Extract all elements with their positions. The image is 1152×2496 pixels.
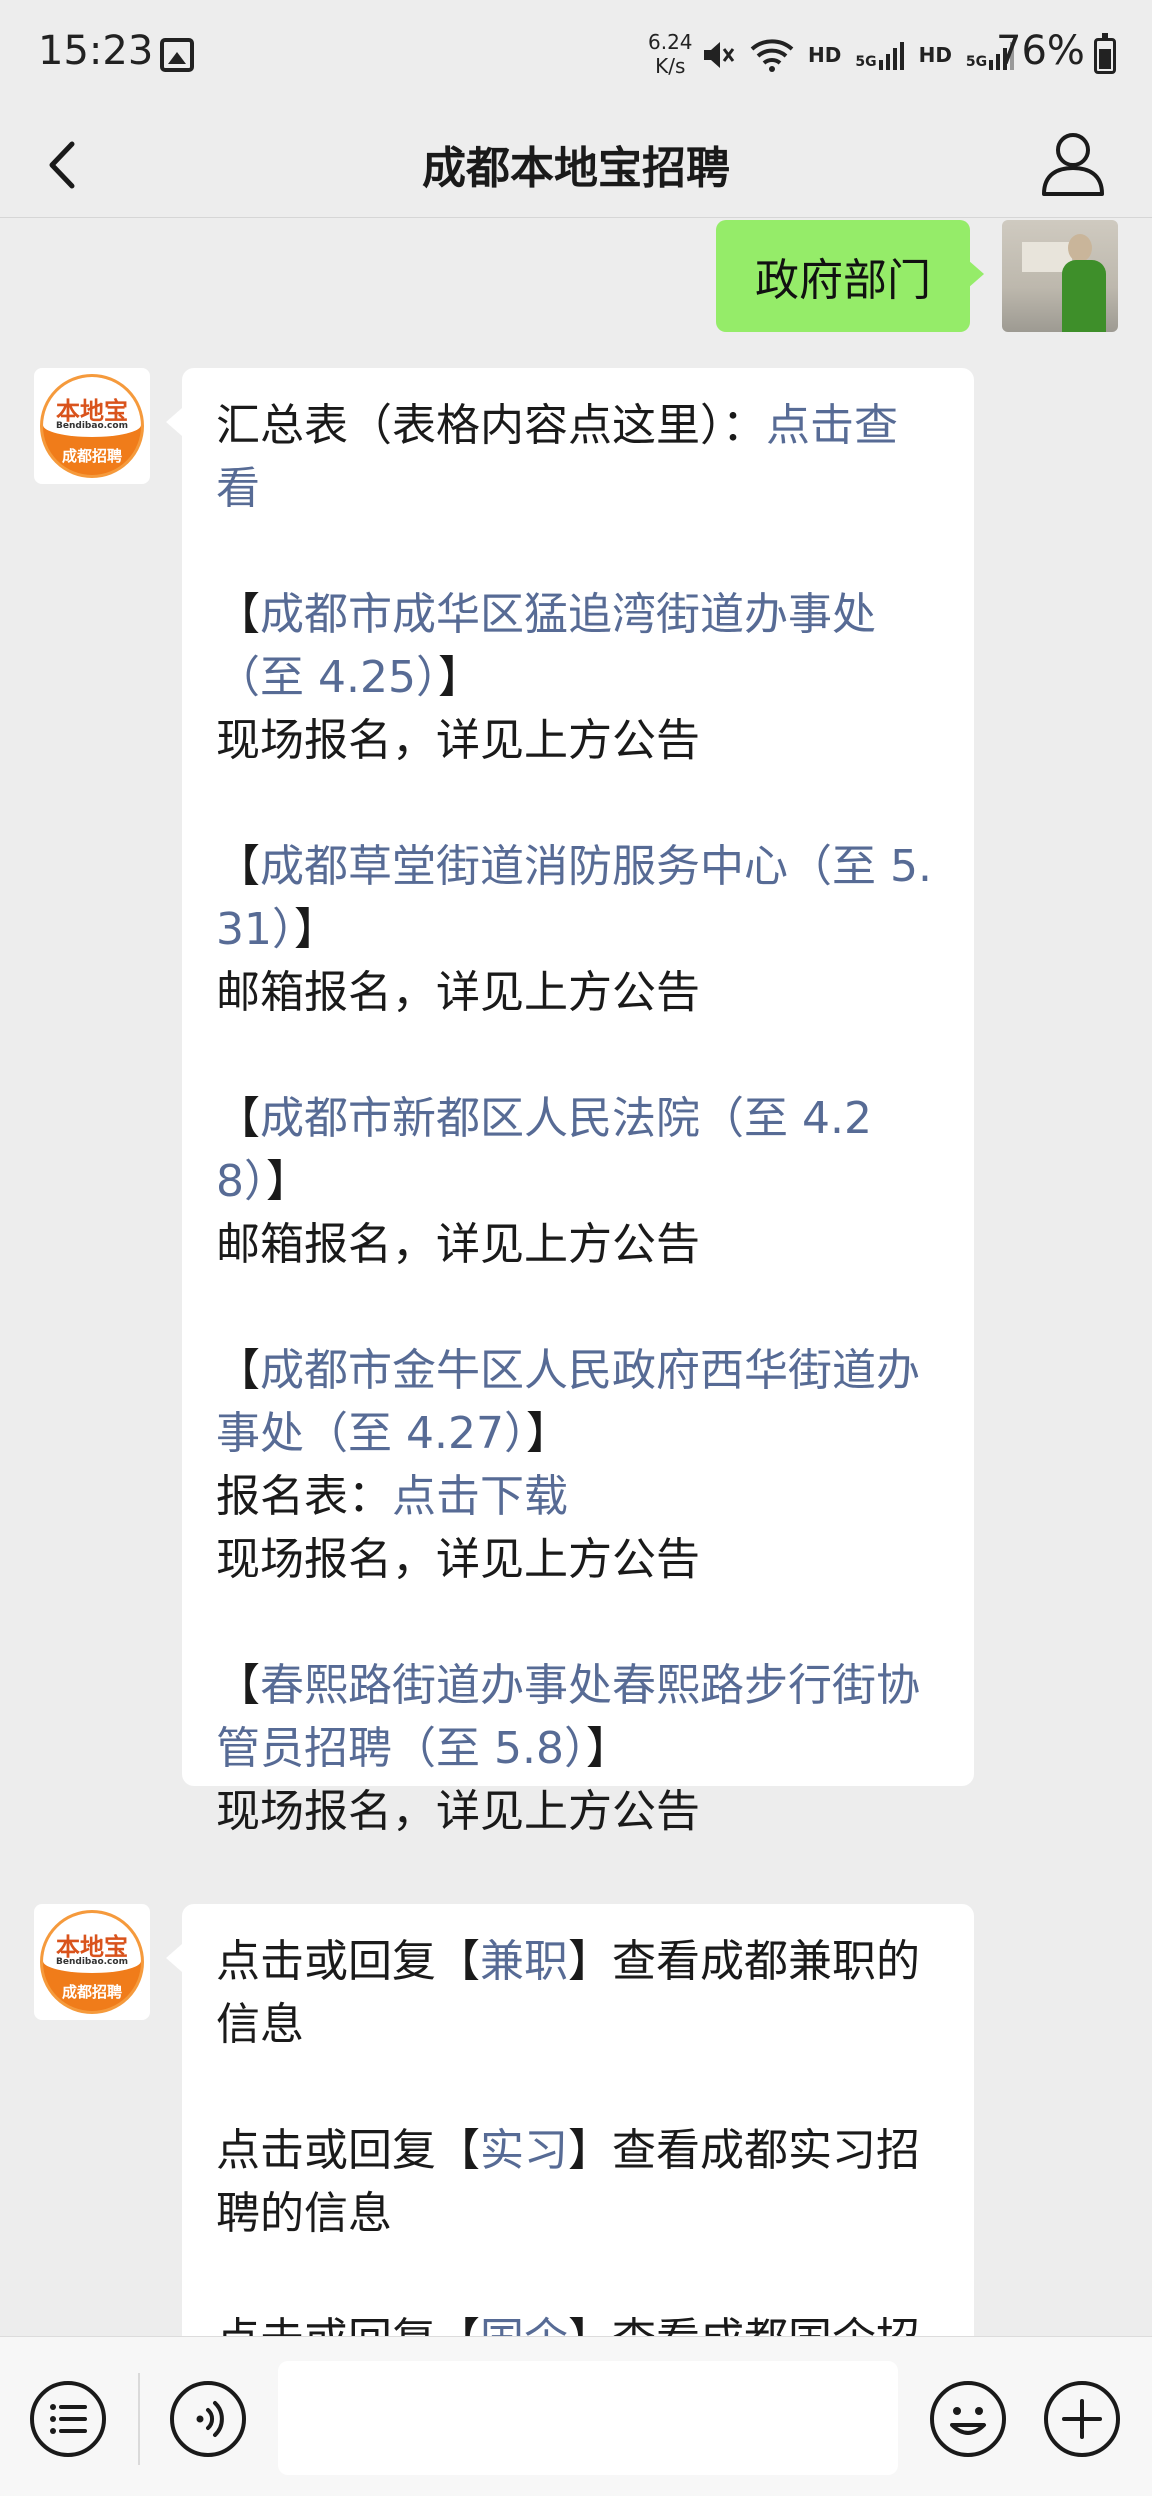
chat-messages[interactable]: 政府部门 本地宝 Bendibao.com 成都招聘 汇总表（表格内容点这里）：… <box>0 218 1152 2336</box>
status-icons: HD 5G HD 5G <box>700 30 1015 80</box>
job-note: 现场报名，详见上方公告 <box>216 715 700 766</box>
bracket-close: 】 <box>585 1723 630 1774</box>
menu-line: 点击或回复【兼职】查看成都兼职的信息 <box>216 1930 940 2056</box>
form-label: 报名表： <box>216 1471 392 1522</box>
battery-icon <box>1094 33 1116 74</box>
bracket-open: 【 <box>216 589 260 640</box>
battery-percent: 76% <box>996 28 1085 74</box>
emoji-button[interactable] <box>928 2379 1008 2459</box>
more-button[interactable] <box>1042 2379 1122 2459</box>
network-speed-unit: K/s <box>655 54 686 78</box>
summary-line: 汇总表（表格内容点这里）：点击查看 <box>216 394 940 520</box>
menu-button[interactable] <box>28 2379 108 2459</box>
menu-prefix: 点击或回复【 <box>216 1936 480 1987</box>
job-title: 【成都市成华区猛追湾街道办事处（至 4.25）】 <box>216 583 940 709</box>
job-title: 【春熙路街道办事处春熙路步行街协管员招聘（至 5.8）】 <box>216 1654 940 1780</box>
menu-prefix: 点击或回复【 <box>216 2125 480 2176</box>
bendibao-logo: 本地宝 Bendibao.com 成都招聘 <box>40 374 144 478</box>
bot-avatar[interactable]: 本地宝 Bendibao.com 成都招聘 <box>34 368 150 484</box>
my-message-text: 政府部门 <box>755 255 931 306</box>
menu-prefix: 点击或回复【 <box>216 2314 480 2336</box>
job-title: 【成都草堂街道消防服务中心（至 5.31）】 <box>216 835 940 961</box>
menu-line: 点击或回复【国企】查看成都国企招 <box>216 2308 940 2336</box>
input-bar <box>0 2336 1152 2496</box>
bot-message-bubble[interactable]: 点击或回复【兼职】查看成都兼职的信息 点击或回复【实习】查看成都实习招聘的信息 … <box>166 1904 974 2336</box>
chat-header: 成都本地宝招聘 <box>0 110 1152 218</box>
status-bar: 15:23 6.24 K/s HD 5G HD 5G 76% <box>0 0 1152 110</box>
input-divider <box>138 2373 140 2465</box>
bracket-open: 【 <box>216 1345 260 1396</box>
form-line: 报名表：点击下载 <box>216 1465 940 1528</box>
message-input[interactable] <box>278 2361 898 2475</box>
signal-bars-icon <box>878 42 904 70</box>
status-time: 15:23 <box>38 28 154 74</box>
bot-message-bubble[interactable]: 汇总表（表格内容点这里）：点击查看 【成都市成华区猛追湾街道办事处（至 4.25… <box>166 368 974 1837</box>
my-avatar[interactable] <box>1002 220 1118 332</box>
page-title: 成都本地宝招聘 <box>422 143 730 194</box>
my-message-bubble[interactable]: 政府部门 <box>716 220 984 332</box>
bracket-close: 】 <box>294 904 338 955</box>
voice-icon <box>170 2381 246 2457</box>
job-link[interactable]: 春熙路街道办事处春熙路步行街协管员招聘（至 5.8） <box>216 1660 920 1774</box>
plus-icon <box>1044 2381 1120 2457</box>
bracket-close: 】 <box>266 1156 310 1207</box>
job-note: 现场报名，详见上方公告 <box>216 1534 700 1585</box>
keyword-link[interactable]: 实习 <box>480 2125 568 2176</box>
network-speed-value: 6.24 <box>648 30 693 54</box>
avatar-photo-body <box>1062 260 1106 332</box>
job-note: 现场报名，详见上方公告 <box>216 1786 700 1837</box>
keyword-link[interactable]: 兼职 <box>480 1936 568 1987</box>
download-link[interactable]: 点击下载 <box>392 1471 568 1522</box>
network-type-2: 5G <box>965 54 988 70</box>
logo-sub-text: Bendibao.com <box>56 1957 128 1967</box>
keyword-link[interactable]: 国企 <box>480 2314 568 2336</box>
job-link[interactable]: 成都市成华区猛追湾街道办事处（至 4.25） <box>216 589 876 703</box>
menu-suffix: 】查看成都国企招 <box>568 2314 920 2336</box>
network-speed: 6.24 K/s <box>648 30 693 78</box>
wifi-icon <box>750 39 794 72</box>
job-note: 邮箱报名，详见上方公告 <box>216 967 700 1018</box>
hd-label-2: HD <box>918 43 952 67</box>
photo-icon <box>160 38 194 72</box>
bendibao-logo: 本地宝 Bendibao.com 成都招聘 <box>40 1910 144 2014</box>
mute-icon <box>704 42 735 68</box>
job-title: 【成都市新都区人民法院（至 4.28）】 <box>216 1087 940 1213</box>
logo-bottom-text: 成都招聘 <box>61 447 122 465</box>
job-link[interactable]: 成都市新都区人民法院（至 4.28） <box>216 1093 872 1207</box>
logo-sub-text: Bendibao.com <box>56 421 128 431</box>
menu-line: 点击或回复【实习】查看成都实习招聘的信息 <box>216 2119 940 2245</box>
summary-text: 汇总表（表格内容点这里）： <box>216 400 766 451</box>
bracket-open: 【 <box>216 841 260 892</box>
person-icon <box>1042 133 1104 196</box>
chat-info-button[interactable] <box>1036 124 1110 204</box>
list-menu-icon <box>30 2381 106 2457</box>
voice-button[interactable] <box>168 2379 248 2459</box>
signal-icon: 5G <box>855 40 904 70</box>
bot-avatar[interactable]: 本地宝 Bendibao.com 成都招聘 <box>34 1904 150 2020</box>
bracket-close: 】 <box>437 652 482 703</box>
avatar-photo-head <box>1068 234 1092 262</box>
bracket-open: 【 <box>216 1660 260 1711</box>
hd-label-1: HD <box>808 43 842 67</box>
bracket-open: 【 <box>216 1093 260 1144</box>
job-note: 邮箱报名，详见上方公告 <box>216 1219 700 1270</box>
network-type-1: 5G <box>855 54 877 70</box>
logo-bottom-text: 成都招聘 <box>61 1983 122 2001</box>
job-title: 【成都市金牛区人民政府西华街道办事处（至 4.27）】 <box>216 1339 940 1465</box>
bracket-close: 】 <box>525 1408 570 1459</box>
emoji-icon <box>930 2381 1006 2457</box>
